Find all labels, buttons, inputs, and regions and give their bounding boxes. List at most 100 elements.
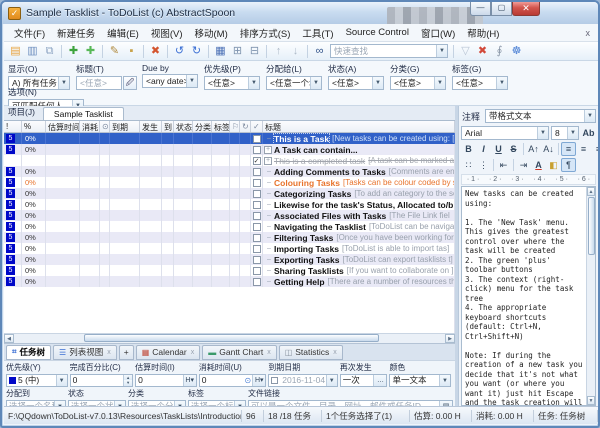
- expand-icon[interactable]: +: [264, 157, 272, 165]
- task-checkbox[interactable]: [253, 212, 261, 220]
- date-checkbox[interactable]: [271, 377, 278, 384]
- task-checkbox[interactable]: [253, 168, 261, 176]
- menu-item-7[interactable]: Source Control: [340, 25, 415, 40]
- new-subtask-icon[interactable]: ✚: [82, 44, 99, 59]
- filter-select-priority[interactable]: <任意>▼: [204, 76, 260, 90]
- task-title[interactable]: Colouring Tasks: [274, 178, 340, 188]
- task-row[interactable]: 50%–Colouring Tasks[Tasks can be colour …: [4, 177, 455, 188]
- horizontal-scrollbar[interactable]: ◀ ▶: [4, 333, 455, 343]
- underline-icon[interactable]: U: [491, 142, 506, 156]
- attr-field-time-estimate[interactable]: 0H▾: [135, 374, 197, 387]
- attr-field-color[interactable]: 单一文本▼: [389, 374, 451, 387]
- tab-gantt-chart[interactable]: ▬Gantt Chartx: [202, 345, 276, 360]
- task-title[interactable]: Sharing Tasklists: [274, 266, 344, 276]
- close-tab-icon[interactable]: x: [267, 349, 271, 356]
- scroll-left-icon[interactable]: ◀: [4, 334, 14, 343]
- move-up-icon[interactable]: ↑: [270, 44, 287, 59]
- comments-format-select[interactable]: 带格式文本 ▼: [485, 109, 596, 123]
- numbered-list-icon[interactable]: ⋮: [476, 158, 491, 172]
- menu-item-6[interactable]: 工具(T): [296, 24, 339, 42]
- task-checkbox[interactable]: [253, 256, 261, 264]
- attr-field-priority[interactable]: 5 (中)▼: [6, 374, 68, 387]
- font-size-select[interactable]: 8 ▼: [551, 126, 579, 140]
- font-style-icon[interactable]: Ab: [581, 126, 596, 140]
- edit-task-icon[interactable]: ✎: [106, 44, 123, 59]
- close-tab-icon[interactable]: x: [191, 349, 195, 356]
- collapse-tasks-icon[interactable]: ⊟: [246, 44, 263, 59]
- col-checkbox-icon[interactable]: ✓: [251, 121, 263, 132]
- filter-title-options-icon[interactable]: 🖉: [123, 76, 137, 90]
- task-title[interactable]: Filtering Tasks: [274, 233, 333, 243]
- grow-font-icon[interactable]: A↑: [526, 142, 541, 156]
- open-tasklist-icon[interactable]: ▤: [7, 44, 24, 59]
- quick-find-combobox[interactable]: 快速查找▼: [330, 44, 448, 58]
- col-due-date[interactable]: 到期: [110, 121, 140, 132]
- expand-icon[interactable]: +: [264, 146, 272, 154]
- task-row[interactable]: ✓+This is a completed task[A task can be…: [4, 155, 455, 166]
- maximize-view-icon[interactable]: ▦: [212, 44, 229, 59]
- vertical-scrollbar[interactable]: ▲ ▼: [586, 187, 595, 405]
- task-checkbox[interactable]: [253, 223, 261, 231]
- task-title[interactable]: Importing Tasks: [274, 244, 339, 254]
- task-row[interactable]: 50%–Sharing Tasklists[If you want to col…: [4, 265, 455, 276]
- task-checkbox[interactable]: [253, 234, 261, 242]
- task-row[interactable]: 50%–Importing Tasks[ToDoList is able to …: [4, 243, 455, 254]
- task-title[interactable]: Getting Help: [274, 277, 325, 287]
- filter-icon[interactable]: ▽: [457, 44, 474, 59]
- task-title[interactable]: A Task can contain...: [274, 145, 358, 155]
- redo-icon[interactable]: ↻: [188, 44, 205, 59]
- move-down-icon[interactable]: ↓: [287, 44, 304, 59]
- filter-select-due-by[interactable]: <any date>▼: [142, 74, 198, 88]
- col-title[interactable]: 标题: [263, 121, 455, 132]
- menu-item-0[interactable]: 文件(F): [8, 24, 51, 42]
- task-row[interactable]: 50%–Categorizing Tasks[To add an categor…: [4, 188, 455, 199]
- project-tab[interactable]: Sample Tasklist: [43, 107, 124, 120]
- time-unit-button[interactable]: H▾: [183, 375, 196, 386]
- col-priority[interactable]: !: [4, 121, 22, 132]
- tab-statistics[interactable]: ◫Statisticsx: [279, 345, 343, 360]
- task-checkbox[interactable]: [253, 146, 261, 154]
- close-tab-icon[interactable]: x: [107, 349, 111, 356]
- task-title[interactable]: This is a completed task: [274, 156, 365, 166]
- col-file-link-icon[interactable]: ⚐: [230, 121, 240, 132]
- task-title[interactable]: Likewise for the task's Status, Allocate…: [274, 200, 453, 210]
- close-button[interactable]: ✕: [512, 2, 540, 16]
- col-status[interactable]: 状态: [174, 121, 193, 132]
- task-row[interactable]: 50%–Filtering Tasks[Once you have been w…: [4, 232, 455, 243]
- font-family-select[interactable]: Arial ▼: [461, 126, 549, 140]
- attr-field-recurrence[interactable]: 一次…: [340, 374, 388, 387]
- attachment-icon[interactable]: ∮: [491, 44, 508, 59]
- task-row[interactable]: 50%–Exporting Tasks[ToDoList can export …: [4, 254, 455, 265]
- menu-item-1[interactable]: 新建任务: [51, 24, 101, 42]
- align-center-icon[interactable]: ≡: [576, 142, 591, 156]
- bullet-list-icon[interactable]: ∷: [461, 158, 476, 172]
- attr-field-due-date[interactable]: 2016-11-04▼: [268, 374, 338, 387]
- italic-icon[interactable]: I: [476, 142, 491, 156]
- comments-text[interactable]: New tasks can be created using: 1. The '…: [462, 187, 586, 405]
- col-time-spent[interactable]: 消耗: [80, 121, 100, 132]
- scrollbar-thumb[interactable]: [84, 334, 379, 342]
- bold-icon[interactable]: B: [461, 142, 476, 156]
- clear-filter-icon[interactable]: ✖: [474, 44, 491, 59]
- task-checkbox[interactable]: [253, 201, 261, 209]
- preferences-gear-icon[interactable]: ☸: [508, 44, 525, 59]
- filter-select-status[interactable]: <任意>▼: [328, 76, 384, 90]
- tab-list-view[interactable]: ☰列表视图x: [53, 345, 117, 360]
- filter-select-assigned-to[interactable]: <任意一个>▼: [266, 76, 322, 90]
- maximize-button[interactable]: ▢: [491, 2, 512, 16]
- menu-item-8[interactable]: 窗口(W): [415, 24, 461, 42]
- expand-tasks-icon[interactable]: ⊞: [229, 44, 246, 59]
- task-row[interactable]: 50%–Getting Help[There are a number of r…: [4, 276, 455, 287]
- spin-down-icon[interactable]: ▼: [124, 380, 132, 386]
- indent-icon[interactable]: ⇥: [516, 158, 531, 172]
- filter-select-category[interactable]: <任意>▼: [390, 76, 446, 90]
- menu-item-3[interactable]: 视图(V): [145, 24, 189, 42]
- col-category[interactable]: 分类: [193, 121, 212, 132]
- align-left-icon[interactable]: ≡: [561, 142, 576, 156]
- task-row[interactable]: 50%–Associated Files with Tasks[The File…: [4, 210, 455, 221]
- col-start-date[interactable]: 发生: [140, 121, 162, 132]
- spinner-icon[interactable]: ▲▼: [123, 375, 132, 386]
- task-checkbox[interactable]: [253, 135, 261, 143]
- col-tag[interactable]: 标签: [212, 121, 230, 132]
- col-to[interactable]: 到: [162, 121, 174, 132]
